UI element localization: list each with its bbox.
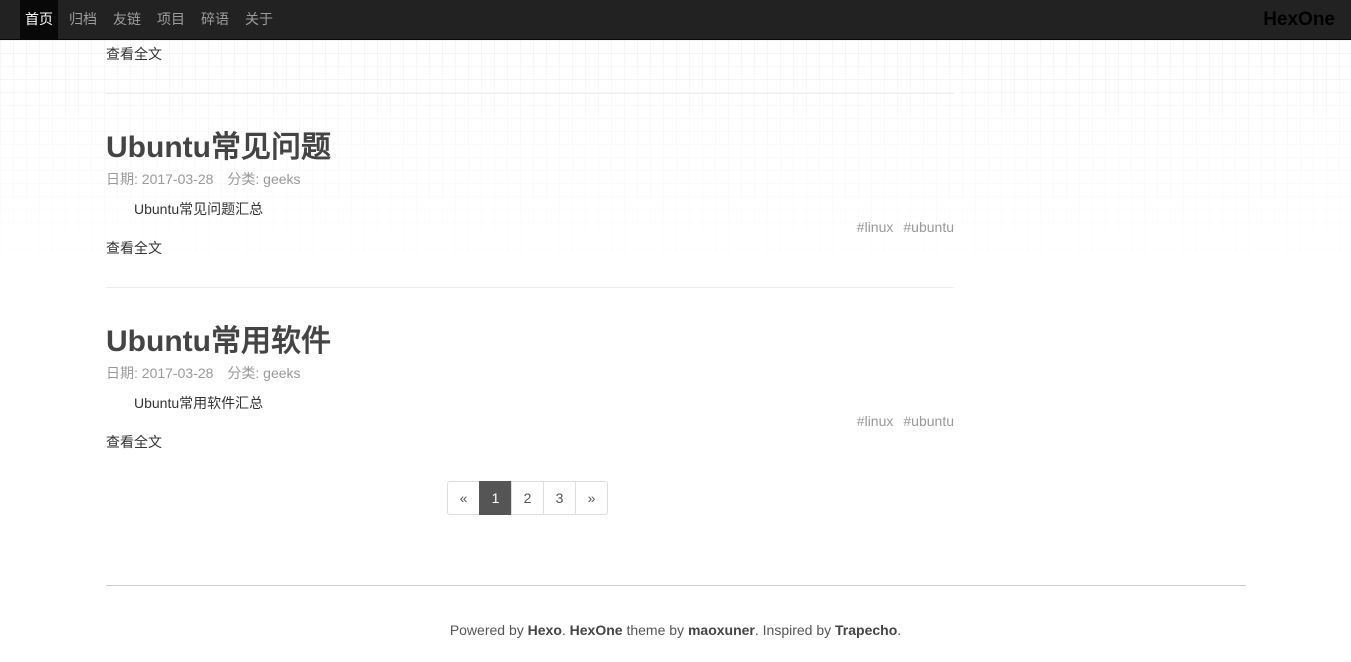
site-footer: Powered by Hexo. HexOne theme by maoxune… [0,622,1351,638]
page-button-1[interactable]: 1 [479,481,512,515]
footer-divider [106,585,1246,586]
nav-item-about[interactable]: 关于 [240,0,278,39]
footer-author-link[interactable]: maoxuner [688,622,755,638]
read-more-link[interactable]: 查看全文 [106,238,162,258]
page-prev-button[interactable]: « [447,481,480,515]
footer-powered-text: Powered by [449,622,528,638]
post-title[interactable]: Ubuntu常见问题 [106,122,331,166]
nav-item-home[interactable]: 首页 [20,0,58,39]
top-navbar: 首页 归档 友链 项目 碎语 关于 HexOne [0,0,1351,40]
page-button-3[interactable]: 3 [543,481,576,515]
read-more-link[interactable]: 查看全文 [106,44,162,64]
footer-hexo-link[interactable]: Hexo [528,622,562,638]
footer-inspired-text: . Inspired by [754,622,836,638]
footer-theme-link[interactable]: HexOne [570,622,623,638]
footer-end: . [897,622,902,638]
post-title[interactable]: Ubuntu常用软件 [106,316,331,360]
tag-link[interactable]: #linux [857,219,894,235]
page-next-button[interactable]: » [575,481,608,515]
footer-sep: . [561,622,570,638]
tag-link[interactable]: #linux [857,413,894,429]
post-date: 日期: 2017-03-28 [106,171,214,187]
page-button-2[interactable]: 2 [511,481,544,515]
post-tags: #linux #ubuntu [847,219,954,235]
site-brand[interactable]: HexOne [1263,0,1335,39]
footer-theme-by-text: theme by [622,622,688,638]
post-divider [106,93,954,94]
tag-link[interactable]: #ubuntu [903,219,954,235]
nav-item-projects[interactable]: 项目 [152,0,190,39]
post-divider [106,287,954,288]
tag-link[interactable]: #ubuntu [903,413,954,429]
post-category[interactable]: 分类: geeks [227,171,300,187]
pagination: « 1 2 3 » [447,481,608,515]
post-meta: 日期: 2017-03-28 分类: geeks [106,363,301,383]
nav-item-links[interactable]: 友链 [108,0,146,39]
nav-item-archive[interactable]: 归档 [64,0,102,39]
read-more-link[interactable]: 查看全文 [106,432,162,452]
nav-menu: 首页 归档 友链 项目 碎语 关于 [20,0,284,39]
nav-item-notes[interactable]: 碎语 [196,0,234,39]
post-tags: #linux #ubuntu [847,413,954,429]
post-date: 日期: 2017-03-28 [106,365,214,381]
footer-trapecho-link[interactable]: Trapecho [835,622,897,638]
post-category[interactable]: 分类: geeks [227,365,300,381]
post-excerpt: Ubuntu常用软件汇总 [134,395,264,411]
post-excerpt: Ubuntu常见问题汇总 [134,201,264,217]
post-meta: 日期: 2017-03-28 分类: geeks [106,169,301,189]
